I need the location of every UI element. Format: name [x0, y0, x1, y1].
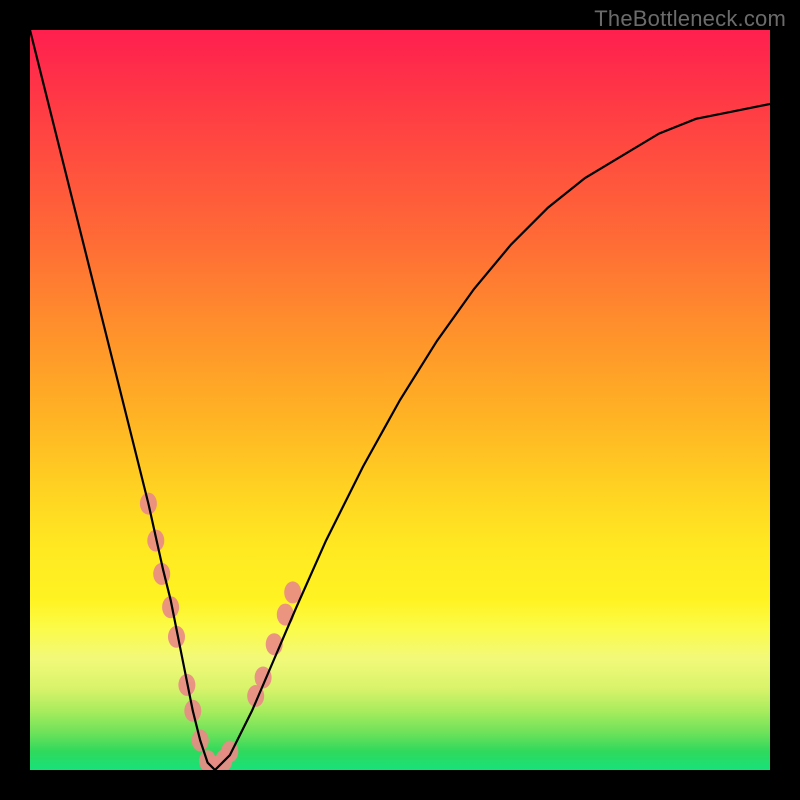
curve-layer: [30, 30, 770, 770]
plot-area: [30, 30, 770, 770]
outer-frame: TheBottleneck.com: [0, 0, 800, 800]
valley-marker: [277, 604, 294, 626]
bottleneck-curve: [30, 30, 770, 770]
valley-markers: [140, 493, 301, 770]
watermark-text: TheBottleneck.com: [594, 6, 786, 32]
